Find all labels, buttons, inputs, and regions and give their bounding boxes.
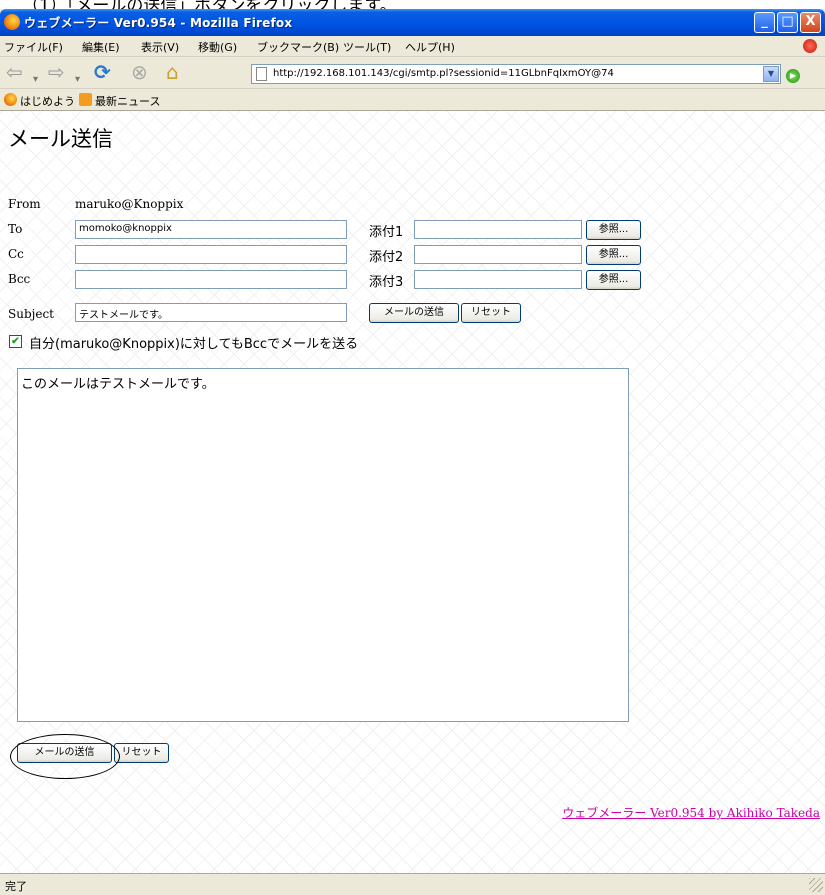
attach2-browse-button[interactable]: 参照... <box>586 245 641 265</box>
cc-label: Cc <box>8 247 24 261</box>
send-button[interactable]: メールの送信 <box>17 743 112 763</box>
self-bcc-checkbox[interactable]: ✔ <box>9 335 22 348</box>
page-content: メール送信 From maruko@Knoppix To momoko@knop… <box>0 111 825 873</box>
firefox-bookmark-icon <box>4 93 17 106</box>
menu-go[interactable]: 移動(G) <box>198 39 237 55</box>
go-icon: ▶ <box>786 69 800 83</box>
instruction-caption: （1）「メールの送信」ボタンをクリックします。 <box>0 0 825 9</box>
menu-help[interactable]: ヘルプ(H) <box>405 39 455 55</box>
bcc-label: Bcc <box>8 272 31 286</box>
resize-grip-icon[interactable] <box>809 878 823 892</box>
go-button[interactable]: ▶ <box>786 65 804 83</box>
to-field[interactable]: momoko@knoppix <box>75 220 347 239</box>
page-icon <box>256 67 267 81</box>
cc-field[interactable] <box>75 245 347 264</box>
menu-file[interactable]: ファイル(F) <box>4 39 63 55</box>
message-body[interactable]: このメールはテストメールです。 <box>17 368 629 722</box>
bookmark-latest-news[interactable]: 最新ニュース <box>95 93 160 109</box>
back-dropdown-icon[interactable]: ▾ <box>33 69 38 91</box>
reload-icon[interactable]: ⟳ <box>94 61 111 83</box>
window-title: ウェブメーラー Ver0.954 - Mozilla Firefox <box>24 16 293 30</box>
stop-icon[interactable]: ⊗ <box>131 61 148 83</box>
address-url[interactable]: http://192.168.101.143/cgi/smtp.pl?sessi… <box>273 68 773 79</box>
attach1-field[interactable] <box>414 220 582 239</box>
stop-indicator-icon <box>803 39 817 53</box>
from-label: From <box>8 197 41 211</box>
close-button[interactable]: X <box>800 12 821 33</box>
browser-window: ウェブメーラー Ver0.954 - Mozilla Firefox _ □ X… <box>0 9 825 895</box>
menu-view[interactable]: 表示(V) <box>141 39 179 55</box>
bookmark-getting-started[interactable]: はじめよう <box>20 93 75 109</box>
attach3-field[interactable] <box>414 270 582 289</box>
attach2-field[interactable] <box>414 245 582 264</box>
subject-field[interactable]: テストメールです。 <box>75 303 347 322</box>
footer-link[interactable]: ウェブメーラー Ver0.954 by Akihiko Takeda <box>562 804 820 821</box>
back-icon[interactable]: ⇦ <box>6 61 23 83</box>
send-button-top[interactable]: メールの送信 <box>369 303 459 323</box>
attach3-browse-button[interactable]: 参照... <box>586 270 641 290</box>
firefox-icon <box>4 14 20 30</box>
page-title: メール送信 <box>8 127 113 151</box>
to-label: To <box>8 222 23 236</box>
from-value: maruko@Knoppix <box>75 197 184 211</box>
title-bar: ウェブメーラー Ver0.954 - Mozilla Firefox _ □ X <box>0 9 825 36</box>
menu-tools[interactable]: ツール(T) <box>343 39 391 55</box>
rss-icon <box>79 93 92 106</box>
attach2-label: 添付2 <box>369 250 404 265</box>
status-bar: 完了 <box>0 873 825 895</box>
maximize-button[interactable]: □ <box>777 12 798 33</box>
address-bar[interactable]: http://192.168.101.143/cgi/smtp.pl?sessi… <box>251 64 781 84</box>
menu-bookmarks[interactable]: ブックマーク(B) <box>257 39 339 55</box>
self-bcc-label: 自分(maruko@Knoppix)に対してもBccでメールを送る <box>29 337 359 352</box>
attach3-label: 添付3 <box>369 275 404 290</box>
forward-dropdown-icon[interactable]: ▾ <box>75 69 80 91</box>
attach1-label: 添付1 <box>369 225 404 240</box>
attach1-browse-button[interactable]: 参照... <box>586 220 641 240</box>
menu-edit[interactable]: 編集(E) <box>82 39 120 55</box>
reset-button[interactable]: リセット <box>114 743 169 763</box>
home-icon[interactable]: ⌂ <box>166 61 179 83</box>
menu-bar: ファイル(F) 編集(E) 表示(V) 移動(G) ブックマーク(B) ツール(… <box>0 36 825 57</box>
forward-icon[interactable]: ⇨ <box>48 61 65 83</box>
bcc-field[interactable] <box>75 270 347 289</box>
navigation-toolbar: ⇦ ▾ ⇨ ▾ ⟳ ⊗ ⌂ http://192.168.101.143/cgi… <box>0 57 825 89</box>
status-text: 完了 <box>5 880 27 893</box>
minimize-button[interactable]: _ <box>754 12 775 33</box>
bookmarks-toolbar: はじめよう 最新ニュース <box>0 89 825 111</box>
reset-button-top[interactable]: リセット <box>461 303 521 323</box>
subject-label: Subject <box>8 307 54 321</box>
address-dropdown-icon[interactable]: ▼ <box>763 66 779 82</box>
